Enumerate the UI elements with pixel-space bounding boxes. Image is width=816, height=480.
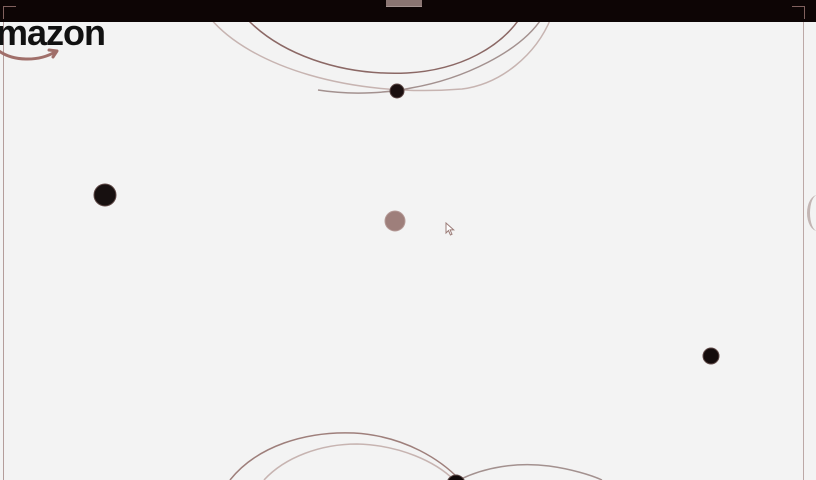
bottom-arc-left-inner [263, 443, 455, 480]
dot-right[interactable] [702, 347, 720, 365]
bottom-arc-left-outer [229, 432, 461, 480]
top-arc-inner [317, 17, 543, 94]
window-grip-handle[interactable] [386, 0, 422, 7]
top-arc-outer [209, 17, 552, 92]
orbit-playfield [93, 17, 720, 480]
top-right-corner-marker [792, 6, 805, 19]
mouse-pointer-icon [445, 222, 455, 236]
game-screen: mazon [0, 0, 816, 480]
bottom-arc-right [458, 463, 603, 480]
dot-left[interactable] [93, 183, 117, 207]
top-arc-middle [245, 17, 521, 74]
dot-center[interactable] [384, 210, 406, 232]
logo-text: mazon [0, 12, 106, 53]
dot-top-center[interactable] [389, 83, 405, 99]
top-bar [0, 0, 816, 22]
amazon-logo: mazon [0, 15, 116, 67]
